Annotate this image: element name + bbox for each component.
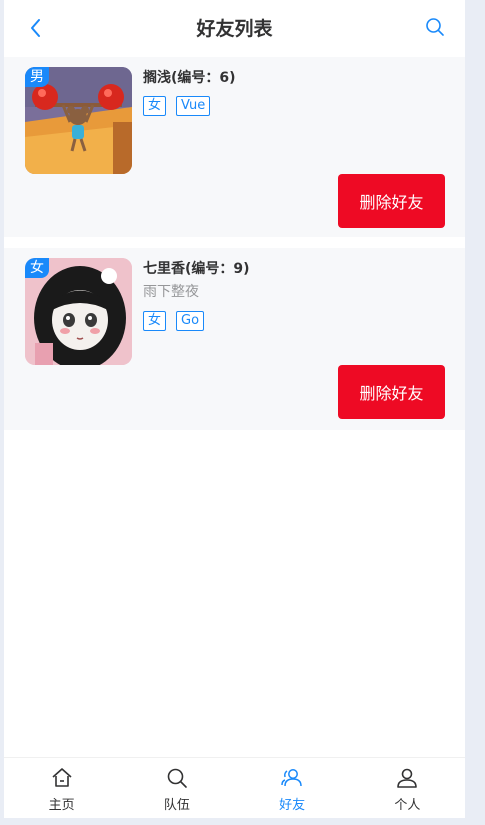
tag-list: 女 Go — [143, 311, 205, 331]
tab-label: 队伍 — [163, 798, 190, 813]
tab-profile[interactable]: 个人 — [350, 758, 465, 818]
delete-friend-button[interactable]: 删除好友 — [338, 365, 445, 419]
user-icon — [397, 768, 418, 788]
friend-card[interactable]: 男 搁浅(编号：6) 女 Vue 删除好友 — [4, 57, 465, 237]
friend-name: 搁浅(编号：6) — [143, 70, 236, 86]
friend-profile: 雨下整夜 — [143, 284, 199, 300]
gender-badge: 男 — [25, 67, 49, 87]
search-button[interactable] — [423, 15, 447, 39]
search-icon — [426, 18, 444, 36]
tag: Go — [176, 311, 205, 331]
nav-bar: 好友列表 — [4, 0, 465, 56]
tag: Vue — [176, 96, 211, 116]
avatar[interactable]: 女 — [25, 258, 132, 365]
avatar[interactable]: 男 — [25, 67, 132, 174]
tag: 女 — [143, 311, 167, 331]
app-frame: 好友列表 男 搁浅(编号：6) 女 Vue 删除好友 女 七里香(编号：9) 雨… — [4, 0, 465, 818]
friend-name: 七里香(编号：9) — [143, 261, 250, 277]
search-icon — [167, 768, 187, 788]
tab-label: 个人 — [394, 798, 421, 813]
tag: 女 — [143, 96, 167, 116]
tab-friends[interactable]: 好友 — [235, 758, 350, 818]
home-icon — [52, 768, 72, 787]
gender-badge: 女 — [25, 258, 49, 278]
page-title: 好友列表 — [196, 18, 273, 40]
tab-team[interactable]: 队伍 — [119, 758, 234, 818]
friends-icon — [281, 769, 302, 787]
tab-home[interactable]: 主页 — [4, 758, 119, 818]
friend-card[interactable]: 女 七里香(编号：9) 雨下整夜 女 Go 删除好友 — [4, 248, 465, 430]
tag-list: 女 Vue — [143, 96, 211, 116]
tab-label: 好友 — [279, 798, 306, 813]
tab-bar: 主页 队伍 好友 个人 — [4, 757, 465, 818]
tab-label: 主页 — [48, 798, 75, 813]
delete-friend-button[interactable]: 删除好友 — [338, 174, 445, 228]
